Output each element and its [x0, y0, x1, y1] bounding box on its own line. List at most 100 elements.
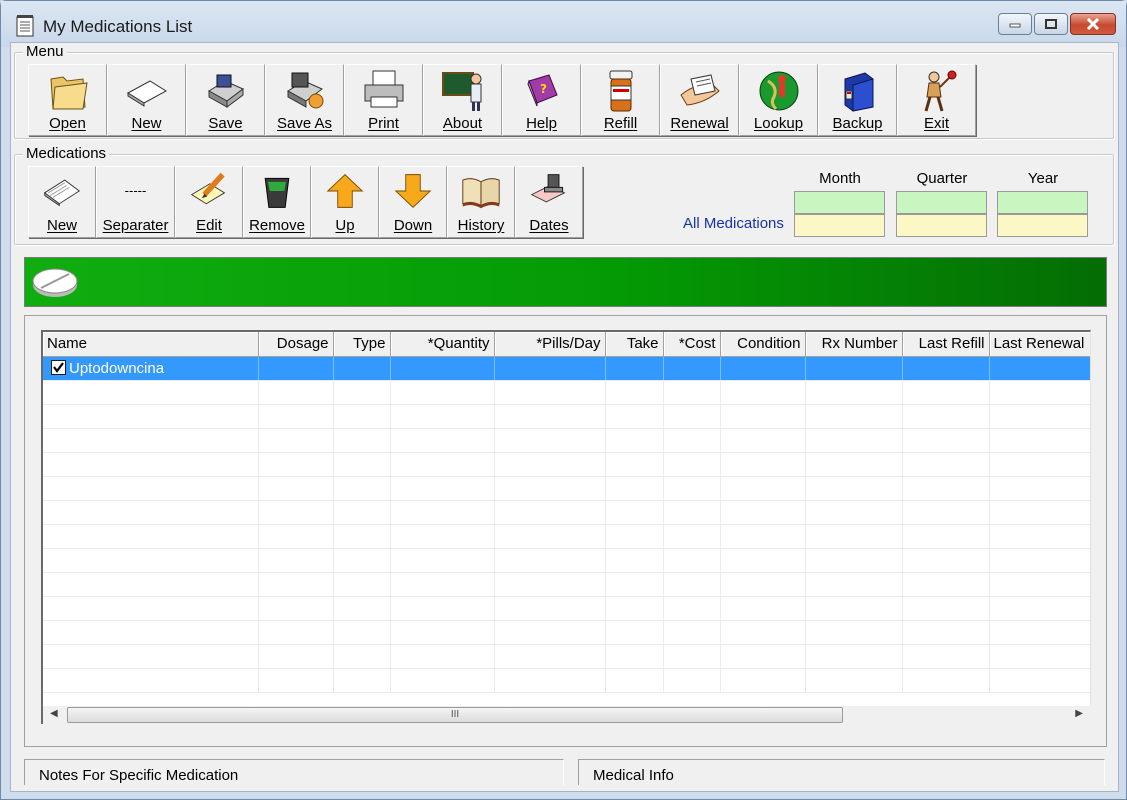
- column-header-type[interactable]: Type: [333, 332, 391, 357]
- backup-icon: [844, 72, 873, 112]
- last-refill-cell[interactable]: [902, 356, 990, 381]
- column-header-condition[interactable]: Condition: [720, 332, 806, 357]
- save-as-label: Save As: [276, 115, 333, 132]
- about-button[interactable]: About: [423, 64, 502, 136]
- new-medication-button[interactable]: New: [28, 166, 96, 238]
- lookup-button[interactable]: Lookup: [739, 64, 818, 136]
- print-button[interactable]: Print: [344, 64, 423, 136]
- down-button[interactable]: Down: [379, 166, 447, 238]
- edit-button[interactable]: Edit: [175, 166, 243, 238]
- column-header-cost[interactable]: *Cost: [663, 332, 721, 357]
- quarter-total-bottom: [896, 214, 987, 237]
- pills-per-day-cell[interactable]: [494, 356, 606, 381]
- cost-cell[interactable]: [663, 356, 721, 381]
- quarter-total-top: [896, 191, 987, 214]
- exit-label: Exit: [923, 115, 949, 132]
- medication-name-cell[interactable]: Uptodowncina: [43, 356, 259, 381]
- table-row[interactable]: [43, 644, 1090, 669]
- table-row[interactable]: [43, 620, 1090, 645]
- column-header-rx-number[interactable]: Rx Number: [805, 332, 903, 357]
- scroll-left-icon[interactable]: ◀: [50, 708, 58, 719]
- scroll-right-icon[interactable]: ▶: [1075, 708, 1083, 719]
- medication-checkbox[interactable]: [51, 359, 66, 375]
- table-row[interactable]: [43, 476, 1090, 501]
- history-button[interactable]: History: [447, 166, 515, 238]
- take-cell[interactable]: [605, 356, 664, 381]
- year-total-bottom: [997, 214, 1088, 237]
- column-header-pills-per-day[interactable]: *Pills/Day: [494, 332, 606, 357]
- help-label: Help: [526, 115, 557, 132]
- table-row[interactable]: [43, 404, 1090, 429]
- trash-can-icon: [264, 177, 290, 208]
- column-header-last-renewal[interactable]: Last Renewal: [989, 332, 1090, 357]
- maximize-button[interactable]: [1034, 13, 1068, 35]
- stamp-icon: [530, 174, 566, 203]
- type-cell[interactable]: [333, 356, 391, 381]
- medications-group: Medications New ----- Separater Edit Rem…: [14, 146, 1114, 245]
- table-row[interactable]: [43, 500, 1090, 525]
- table-row[interactable]: [43, 596, 1090, 621]
- minimize-icon: [1009, 23, 1021, 28]
- backup-button[interactable]: Backup: [818, 64, 897, 136]
- last-renewal-cell[interactable]: [989, 356, 1090, 381]
- history-label: History: [457, 217, 505, 234]
- table-row[interactable]: [43, 380, 1090, 405]
- new-button[interactable]: New: [107, 64, 186, 136]
- maximize-icon: [1045, 19, 1057, 29]
- column-header-last-refill[interactable]: Last Refill: [902, 332, 990, 357]
- up-button[interactable]: Up: [311, 166, 379, 238]
- dosage-cell[interactable]: [258, 356, 334, 381]
- table-row[interactable]: [43, 524, 1090, 549]
- renewal-button[interactable]: Renewal: [660, 64, 739, 136]
- notes-panel[interactable]: Notes For Specific Medication: [24, 759, 564, 785]
- pill-icon: [32, 268, 78, 297]
- separater-button[interactable]: ----- Separater: [96, 166, 175, 238]
- medical-info-panel[interactable]: Medical Info: [578, 759, 1105, 785]
- medications-grid-frame: Name Dosage Type *Quantity *Pills/Day Ta…: [24, 315, 1107, 747]
- dates-button[interactable]: Dates: [515, 166, 583, 238]
- column-header-name[interactable]: Name: [43, 332, 259, 357]
- table-row[interactable]: [43, 548, 1090, 573]
- edit-pencil-icon: [190, 172, 226, 205]
- save-button[interactable]: Save: [186, 64, 265, 136]
- table-row[interactable]: Uptodowncina: [43, 356, 1090, 381]
- medication-banner: [24, 257, 1107, 307]
- close-icon: [1086, 18, 1100, 30]
- help-button[interactable]: ? Help: [502, 64, 581, 136]
- remove-label: Remove: [249, 217, 305, 234]
- table-row[interactable]: [43, 572, 1090, 597]
- folder-icon: [49, 76, 88, 110]
- column-header-take[interactable]: Take: [605, 332, 664, 357]
- horizontal-scrollbar[interactable]: ◀ III ▶: [41, 706, 1091, 724]
- table-row[interactable]: [43, 428, 1090, 453]
- year-total-top: [997, 191, 1088, 214]
- year-header: Year: [1027, 170, 1059, 187]
- minimize-button[interactable]: [998, 13, 1032, 35]
- quantity-cell[interactable]: [390, 356, 495, 381]
- remove-button[interactable]: Remove: [243, 166, 311, 238]
- save-as-button[interactable]: Save As: [265, 64, 344, 136]
- quarter-header: Quarter: [916, 170, 968, 187]
- close-button[interactable]: [1070, 13, 1116, 35]
- all-medications-label: All Medications: [683, 215, 784, 232]
- open-label: Open: [49, 115, 86, 132]
- medications-table[interactable]: Name Dosage Type *Quantity *Pills/Day Ta…: [41, 330, 1091, 720]
- column-header-dosage[interactable]: Dosage: [258, 332, 334, 357]
- rx-number-cell[interactable]: [805, 356, 903, 381]
- floppy-save-icon: [207, 74, 244, 108]
- client-area: Menu Open New Save Save As Print About ?…: [10, 42, 1119, 792]
- arrow-up-icon: [326, 174, 364, 208]
- condition-cell[interactable]: [720, 356, 806, 381]
- scrollbar-thumb[interactable]: III: [67, 707, 843, 723]
- printer-icon: [364, 70, 403, 108]
- open-button[interactable]: Open: [28, 64, 107, 136]
- table-row[interactable]: [43, 668, 1090, 693]
- medical-info-label: Medical Info: [593, 767, 674, 784]
- notepad-app-icon: [16, 15, 34, 37]
- exit-button[interactable]: Exit: [897, 64, 976, 136]
- table-row[interactable]: [43, 452, 1090, 477]
- title-bar[interactable]: My Medications List: [1, 1, 1126, 47]
- column-header-quantity[interactable]: *Quantity: [390, 332, 495, 357]
- save-as-icon: [286, 72, 323, 109]
- refill-button[interactable]: Refill: [581, 64, 660, 136]
